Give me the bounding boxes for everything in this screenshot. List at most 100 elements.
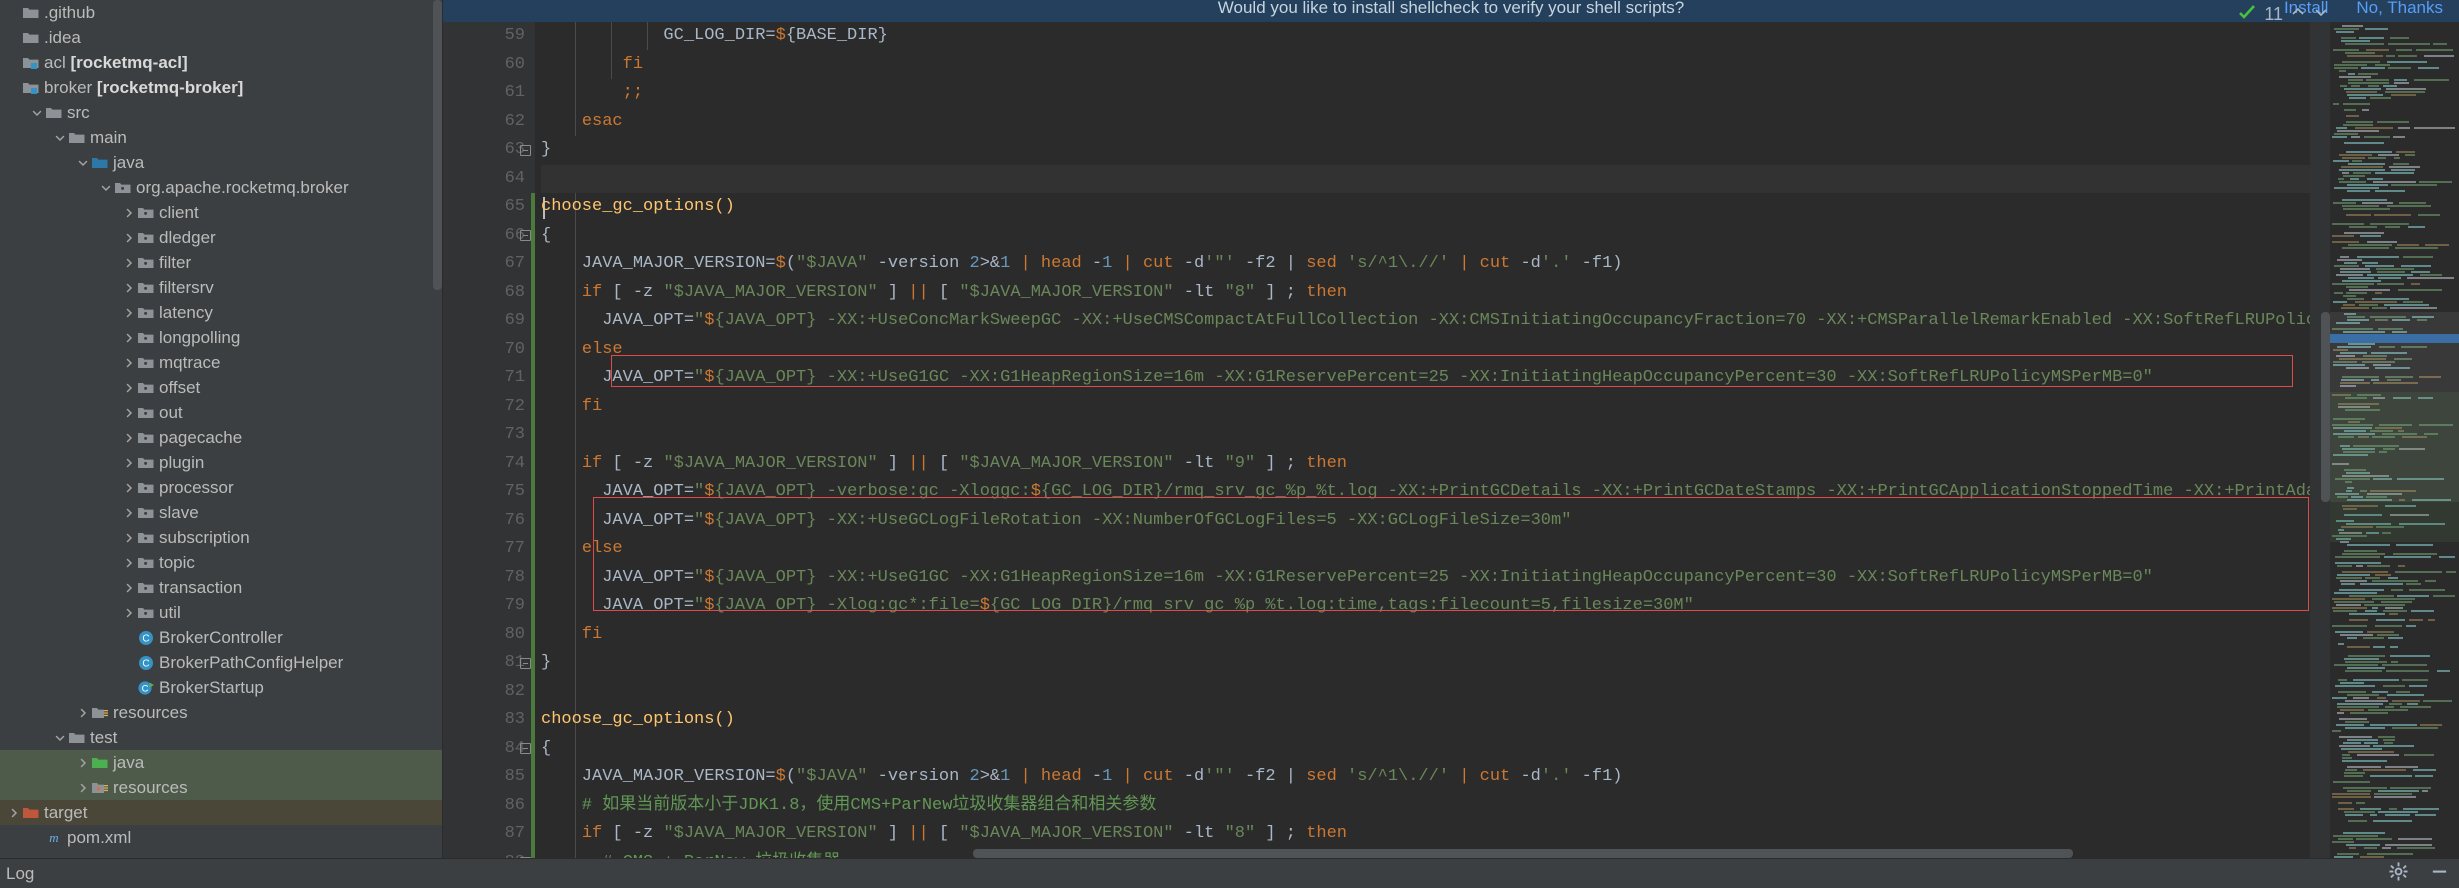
- code-line[interactable]: choose_gc_options(): [541, 193, 2310, 222]
- sidebar-scrollbar[interactable]: [433, 0, 442, 858]
- code-line[interactable]: JAVA_OPT="${JAVA_OPT} -Xlog:gc*:file=${G…: [541, 592, 2310, 621]
- code-line[interactable]: [541, 164, 2310, 193]
- chevron-down-icon[interactable]: [52, 731, 68, 745]
- chevron-right-icon[interactable]: [121, 281, 137, 295]
- tree-item--idea[interactable]: .idea: [0, 25, 442, 50]
- chevron-right-icon[interactable]: [121, 456, 137, 470]
- tree-item-dledger[interactable]: dledger: [0, 225, 442, 250]
- project-tool-window[interactable]: .github .idea acl [rocketmq-acl] broker [ro…: [0, 0, 443, 858]
- tree-item-org-apache-rocketmq-broker[interactable]: org.apache.rocketmq.broker: [0, 175, 442, 200]
- code-line[interactable]: JAVA_OPT="${JAVA_OPT} -XX:+UseConcMarkSw…: [541, 307, 2310, 336]
- code-line[interactable]: {: [541, 222, 2310, 251]
- code-line[interactable]: fi: [541, 621, 2310, 650]
- code-line[interactable]: JAVA_OPT="${JAVA_OPT} -XX:+UseG1GC -XX:G…: [541, 564, 2310, 593]
- chevron-up-icon[interactable]: [2290, 5, 2306, 24]
- code-line[interactable]: ;;: [541, 79, 2310, 108]
- gear-icon[interactable]: [2389, 861, 2408, 886]
- code-line[interactable]: }: [541, 136, 2310, 165]
- code-line[interactable]: [541, 678, 2310, 707]
- tree-item-client[interactable]: client: [0, 200, 442, 225]
- chevron-right-icon[interactable]: [75, 706, 91, 720]
- tree-item-resources[interactable]: resources: [0, 700, 442, 725]
- code-line[interactable]: if [ -z "$JAVA_MAJOR_VERSION" ] || [ "$J…: [541, 820, 2310, 849]
- tree-item-offset[interactable]: offset: [0, 375, 442, 400]
- code-line[interactable]: esac: [541, 108, 2310, 137]
- tree-item-broker[interactable]: broker [rocketmq-broker]: [0, 75, 442, 100]
- chevron-right-icon[interactable]: [75, 781, 91, 795]
- code-line[interactable]: JAVA_MAJOR_VERSION=$("$JAVA" -version 2>…: [541, 763, 2310, 792]
- tree-item-test[interactable]: test: [0, 725, 442, 750]
- code-line[interactable]: else: [541, 535, 2310, 564]
- chevron-down-icon[interactable]: [2313, 5, 2329, 24]
- chevron-right-icon[interactable]: [121, 306, 137, 320]
- chevron-down-icon[interactable]: [75, 156, 91, 170]
- chevron-right-icon[interactable]: [121, 581, 137, 595]
- tree-item-mqtrace[interactable]: mqtrace: [0, 350, 442, 375]
- chevron-down-icon[interactable]: [29, 106, 45, 120]
- tree-item-slave[interactable]: slave: [0, 500, 442, 525]
- project-tree[interactable]: .github .idea acl [rocketmq-acl] broker [ro…: [0, 0, 442, 850]
- chevron-right-icon[interactable]: [121, 331, 137, 345]
- editor-hscroll-thumb[interactable]: [973, 849, 2073, 858]
- tree-item--github[interactable]: .github: [0, 0, 442, 25]
- tree-item-transaction[interactable]: transaction: [0, 575, 442, 600]
- tree-item-java[interactable]: java: [0, 750, 442, 775]
- code-line[interactable]: JAVA_OPT="${JAVA_OPT} -XX:+UseGCLogFileR…: [541, 507, 2310, 536]
- tree-item-resources[interactable]: resources: [0, 775, 442, 800]
- chevron-right-icon[interactable]: [6, 806, 22, 820]
- code-content[interactable]: GC_LOG_DIR=${BASE_DIR} fi ;; esac} choos…: [535, 22, 2310, 858]
- chevron-right-icon[interactable]: [121, 381, 137, 395]
- tree-item-subscription[interactable]: subscription: [0, 525, 442, 550]
- tree-item-filtersrv[interactable]: filtersrv: [0, 275, 442, 300]
- tree-item-latency[interactable]: latency: [0, 300, 442, 325]
- tree-item-util[interactable]: util: [0, 600, 442, 625]
- minimize-icon[interactable]: [2430, 862, 2449, 886]
- chevron-right-icon[interactable]: [121, 606, 137, 620]
- code-line[interactable]: if [ -z "$JAVA_MAJOR_VERSION" ] || [ "$J…: [541, 450, 2310, 479]
- tree-item-brokerpathconfighelper[interactable]: C BrokerPathConfigHelper: [0, 650, 442, 675]
- code-line[interactable]: else: [541, 336, 2310, 365]
- chevron-right-icon[interactable]: [121, 431, 137, 445]
- editor-horizontal-scrollbar[interactable]: [443, 849, 2459, 858]
- chevron-right-icon[interactable]: [121, 406, 137, 420]
- chevron-right-icon[interactable]: [121, 231, 137, 245]
- code-line[interactable]: GC_LOG_DIR=${BASE_DIR}: [541, 22, 2310, 51]
- line-number-gutter[interactable]: 59 60 61 62 63 64 65 66 67 68 69 70 71 72 73 74 75 76 77 78…: [443, 22, 535, 877]
- editor-vertical-scrollbar[interactable]: [2321, 22, 2330, 849]
- chevron-down-icon[interactable]: [98, 181, 114, 195]
- sidebar-scroll-thumb[interactable]: [433, 0, 442, 290]
- tree-item-processor[interactable]: processor: [0, 475, 442, 500]
- chevron-right-icon[interactable]: [121, 556, 137, 570]
- tree-item-pagecache[interactable]: pagecache: [0, 425, 442, 450]
- tree-item-longpolling[interactable]: longpolling: [0, 325, 442, 350]
- chevron-right-icon[interactable]: [121, 531, 137, 545]
- tree-item-java[interactable]: java: [0, 150, 442, 175]
- tree-item-out[interactable]: out: [0, 400, 442, 425]
- code-line[interactable]: JAVA_OPT="${JAVA_OPT} -XX:+UseG1GC -XX:G…: [541, 364, 2310, 393]
- code-minimap[interactable]: [2330, 22, 2459, 858]
- code-line[interactable]: choose_gc_options(): [541, 706, 2310, 735]
- code-line[interactable]: JAVA_OPT="${JAVA_OPT} -verbose:gc -Xlogg…: [541, 478, 2310, 507]
- tree-item-plugin[interactable]: plugin: [0, 450, 442, 475]
- code-line[interactable]: }: [541, 649, 2310, 678]
- tree-item-brokercontroller[interactable]: C BrokerController: [0, 625, 442, 650]
- tree-item-brokerstartup[interactable]: C BrokerStartup: [0, 675, 442, 700]
- tree-item-filter[interactable]: filter: [0, 250, 442, 275]
- chevron-right-icon[interactable]: [121, 506, 137, 520]
- code-line[interactable]: fi: [541, 393, 2310, 422]
- tree-item-src[interactable]: src: [0, 100, 442, 125]
- editor-vscroll-thumb[interactable]: [2321, 312, 2330, 502]
- chevron-right-icon[interactable]: [121, 256, 137, 270]
- code-line[interactable]: JAVA_MAJOR_VERSION=$("$JAVA" -version 2>…: [541, 250, 2310, 279]
- fold-toggle[interactable]: [517, 136, 533, 165]
- code-line[interactable]: fi: [541, 51, 2310, 80]
- chevron-right-icon[interactable]: [121, 481, 137, 495]
- code-line[interactable]: [541, 421, 2310, 450]
- no-thanks-link[interactable]: No, Thanks: [2356, 0, 2443, 18]
- tree-item-target[interactable]: target: [0, 800, 442, 825]
- code-line[interactable]: # 如果当前版本小于JDK1.8，使用CMS+ParNew垃圾收集器组合和相关参…: [541, 792, 2310, 821]
- chevron-down-icon[interactable]: [52, 131, 68, 145]
- tree-item-topic[interactable]: topic: [0, 550, 442, 575]
- chevron-right-icon[interactable]: [121, 206, 137, 220]
- inspection-status-badge[interactable]: 11: [2237, 2, 2329, 27]
